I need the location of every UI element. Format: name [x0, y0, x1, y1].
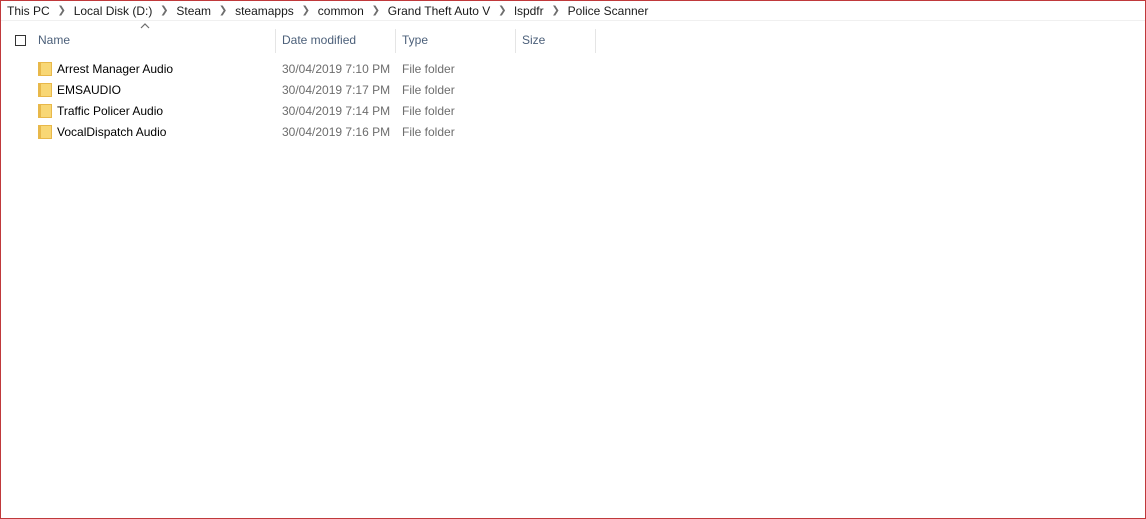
file-row-vocaldispatch-audio[interactable]: VocalDispatch Audio 30/04/2019 7:16 PM F… — [1, 122, 601, 143]
breadcrumb-item-lspdfr[interactable]: lspdfr — [513, 4, 544, 18]
explorer-window: This PC ❯ Local Disk (D:) ❯ Steam ❯ stea… — [0, 0, 1146, 519]
column-header-row: Name Date modified Type Size — [1, 21, 1145, 53]
file-type: File folder — [402, 62, 455, 76]
column-header-size[interactable]: Size — [515, 28, 595, 52]
file-row-emsaudio[interactable]: EMSAUDIO 30/04/2019 7:17 PM File folder — [1, 80, 601, 101]
breadcrumb-item-this-pc[interactable]: This PC — [6, 4, 51, 18]
file-name: Traffic Policer Audio — [57, 104, 164, 118]
file-type: File folder — [402, 125, 455, 139]
file-row-arrest-manager-audio[interactable]: Arrest Manager Audio 30/04/2019 7:10 PM … — [1, 59, 601, 80]
breadcrumb-item-local-disk[interactable]: Local Disk (D:) — [73, 4, 154, 18]
file-name: EMSAUDIO — [57, 83, 122, 97]
breadcrumb-item-police-scanner[interactable]: Police Scanner — [567, 4, 650, 18]
file-date-modified: 30/04/2019 7:16 PM — [282, 125, 391, 139]
file-date-modified: 30/04/2019 7:14 PM — [282, 104, 391, 118]
file-type: File folder — [402, 83, 455, 97]
folder-icon — [38, 104, 52, 118]
file-name: Arrest Manager Audio — [57, 62, 174, 76]
chevron-right-icon[interactable]: ❯ — [365, 5, 387, 16]
file-date-modified: 30/04/2019 7:10 PM — [282, 62, 391, 76]
file-type: File folder — [402, 104, 455, 118]
chevron-right-icon[interactable]: ❯ — [153, 5, 175, 16]
chevron-right-icon[interactable]: ❯ — [545, 5, 567, 16]
breadcrumb-item-steamapps[interactable]: steamapps — [234, 4, 295, 18]
breadcrumb-item-common[interactable]: common — [317, 4, 365, 18]
file-list: Arrest Manager Audio 30/04/2019 7:10 PM … — [1, 59, 1145, 143]
breadcrumb-item-gta-v[interactable]: Grand Theft Auto V — [387, 4, 492, 18]
column-divider[interactable] — [595, 29, 596, 53]
file-name: VocalDispatch Audio — [57, 125, 167, 139]
breadcrumb-item-steam[interactable]: Steam — [175, 4, 212, 18]
folder-icon — [38, 62, 52, 76]
folder-icon — [38, 125, 52, 139]
chevron-right-icon[interactable]: ❯ — [491, 5, 513, 16]
chevron-right-icon[interactable]: ❯ — [295, 5, 317, 16]
column-header-type[interactable]: Type — [395, 28, 515, 52]
select-all-checkbox[interactable] — [15, 35, 26, 46]
breadcrumb: This PC ❯ Local Disk (D:) ❯ Steam ❯ stea… — [1, 1, 1145, 20]
folder-icon — [38, 83, 52, 97]
column-header-date-modified[interactable]: Date modified — [275, 28, 395, 52]
column-header-name[interactable]: Name — [31, 28, 275, 52]
file-date-modified: 30/04/2019 7:17 PM — [282, 83, 391, 97]
chevron-right-icon[interactable]: ❯ — [51, 5, 73, 16]
file-row-traffic-policer-audio[interactable]: Traffic Policer Audio 30/04/2019 7:14 PM… — [1, 101, 601, 122]
chevron-right-icon[interactable]: ❯ — [212, 5, 234, 16]
